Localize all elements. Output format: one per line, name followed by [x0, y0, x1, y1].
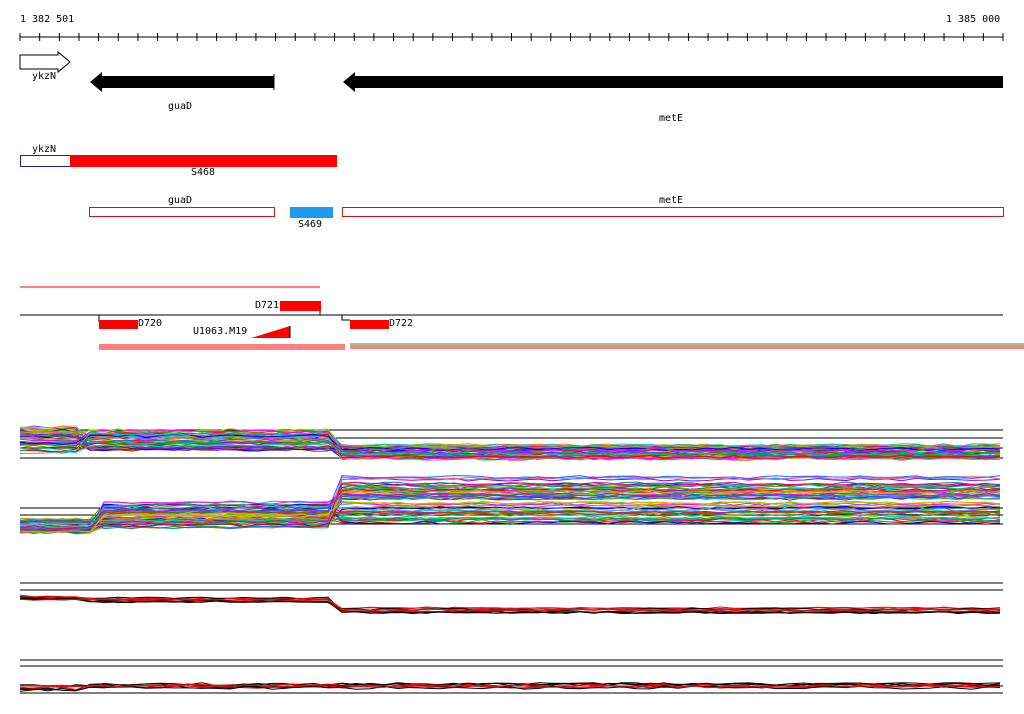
transcript-track	[20, 155, 1004, 218]
D720-segment[interactable]	[99, 320, 138, 329]
gene-track	[19, 50, 1003, 92]
ykzN-gene-arrow[interactable]	[19, 50, 71, 74]
expression-panel-4	[19, 659, 1003, 694]
guaD-transcript[interactable]	[89, 207, 275, 217]
genome-browser-view: 1 382 501 1 385 000 ykzN guaD metE ykzN …	[0, 0, 1024, 714]
expression-panel-2	[19, 475, 1003, 535]
S468-segment[interactable]	[70, 155, 337, 167]
ykzN-transcript[interactable]	[20, 155, 71, 167]
feature-track	[20, 286, 1024, 350]
coordinate-ruler	[19, 33, 1004, 41]
metE-transcript[interactable]	[342, 207, 1004, 217]
expression-panel-3	[19, 582, 1003, 615]
D722-segment[interactable]	[350, 320, 389, 329]
expression-panel-1	[19, 425, 1003, 461]
D721-segment[interactable]	[280, 301, 321, 311]
U1063-wedge[interactable]	[251, 326, 290, 338]
track-canvas	[19, 33, 1024, 694]
guaD-gene-arrow[interactable]	[90, 72, 274, 92]
metE-gene-arrow[interactable]	[343, 72, 1003, 92]
S469-segment[interactable]	[290, 207, 333, 218]
